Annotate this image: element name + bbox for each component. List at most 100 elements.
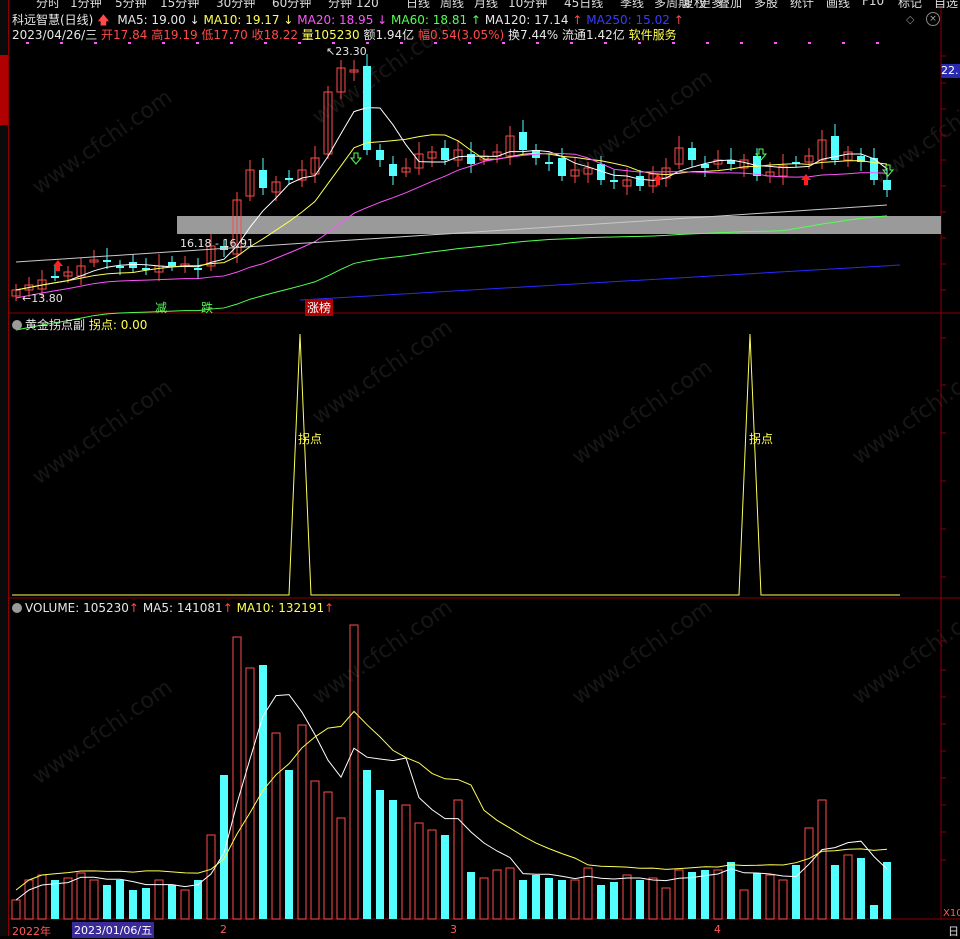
volume-bar xyxy=(545,878,553,919)
candle-body xyxy=(688,148,696,160)
volume-bar xyxy=(753,873,761,919)
month-4: 4 xyxy=(714,923,721,936)
volume-bar xyxy=(610,882,618,919)
candle-body xyxy=(259,170,267,188)
volume-bar xyxy=(857,858,865,919)
indicator-value: 拐点: 0.00 xyxy=(88,318,148,332)
signal-dot xyxy=(774,42,777,44)
candle-body xyxy=(636,176,644,186)
volume-bar xyxy=(831,865,839,919)
volume-bar xyxy=(11,899,21,920)
volume-bar xyxy=(259,665,267,919)
signal-dot xyxy=(162,42,165,44)
candle-body xyxy=(389,164,397,176)
volume-bar xyxy=(76,872,86,920)
signal-dot xyxy=(570,42,573,44)
volume-bar xyxy=(376,790,384,919)
month-3: 3 xyxy=(450,923,457,936)
low-marker: ←13.80 xyxy=(22,292,63,305)
signal-dot xyxy=(434,42,437,44)
volume-bar xyxy=(441,835,449,919)
signal-dot xyxy=(740,42,743,44)
volume-bar xyxy=(336,817,346,920)
signal-dot xyxy=(230,42,233,44)
chart-canvas xyxy=(8,8,960,920)
signal-dot xyxy=(196,42,199,44)
volume-bar xyxy=(37,874,47,920)
panel-menu-icon[interactable] xyxy=(12,603,22,613)
candle-body xyxy=(519,132,527,150)
volume-bar xyxy=(220,775,228,919)
signal-fall: 跌 xyxy=(201,301,214,315)
peak-label-2: 拐点 xyxy=(749,432,774,446)
volume-header: VOLUME: 105230↑ MA5: 141081↑ MA10: 13219… xyxy=(12,601,334,615)
panel-menu-icon[interactable] xyxy=(12,320,22,330)
candle-body xyxy=(558,158,566,176)
volume-bar xyxy=(63,877,73,920)
volume-bar xyxy=(180,889,190,920)
volume-bar xyxy=(414,822,424,920)
volume-bar xyxy=(297,724,307,920)
volume-bar xyxy=(519,880,527,919)
period-label: 日 xyxy=(948,925,959,938)
candle-body xyxy=(883,180,891,190)
signal-limit-up: 涨榜 xyxy=(305,299,334,316)
signal-dot xyxy=(842,42,845,44)
signal-dot xyxy=(298,42,301,44)
indicator-header: 黄金拐点副 拐点: 0.00 xyxy=(12,316,147,333)
volume-bar xyxy=(285,770,293,919)
volume-bar xyxy=(389,800,397,919)
volume-bar xyxy=(597,885,605,919)
volume-bar xyxy=(232,636,242,920)
candle-body xyxy=(194,268,202,270)
volume-bar xyxy=(492,869,502,920)
volume-bar xyxy=(154,879,164,920)
volume-ma5-line xyxy=(15,694,888,901)
volume-bar xyxy=(804,827,814,920)
volume-bar xyxy=(401,804,411,920)
volume-bar xyxy=(636,880,644,919)
volume-bar xyxy=(739,889,749,920)
volume-bar xyxy=(194,880,202,919)
volume-bar xyxy=(310,780,320,920)
red-arrow-icon xyxy=(801,174,811,185)
volume-bar xyxy=(363,770,371,919)
volume-unit: X10 xyxy=(943,908,960,919)
volume-ma10: MA10: 132191 xyxy=(236,601,325,615)
candle-body xyxy=(441,148,449,160)
volume-bar xyxy=(688,872,696,919)
ma250-line xyxy=(299,264,901,301)
candle-body xyxy=(545,162,553,164)
signal-dot xyxy=(604,42,607,44)
candle-body xyxy=(103,260,111,262)
signal-dot xyxy=(366,42,369,44)
volume-bar xyxy=(870,905,878,919)
volume-ma10-line xyxy=(15,710,888,891)
candle-body xyxy=(610,180,618,182)
price-band xyxy=(177,216,941,234)
volume-bar xyxy=(349,624,359,920)
signal-dot xyxy=(264,42,267,44)
high-value: 23.30 xyxy=(335,45,367,58)
volume-bar xyxy=(427,829,437,920)
green-arrow-icon xyxy=(349,152,363,165)
indicator-title: 黄金拐点副 xyxy=(25,318,86,332)
volume-bar xyxy=(778,879,788,920)
candle-body xyxy=(51,276,59,278)
volume-bar xyxy=(792,865,800,919)
signal-dot xyxy=(706,42,709,44)
signal-dot xyxy=(638,42,641,44)
signal-dot xyxy=(672,42,675,44)
up-arrow-icon: ↑ xyxy=(128,601,139,615)
band-label: 16.18 - 16.91 xyxy=(180,237,254,250)
volume-bar xyxy=(843,854,853,920)
volume-bar xyxy=(622,874,632,920)
signal-reduce: 减 xyxy=(155,301,168,315)
indicator-line xyxy=(12,333,900,596)
volume-bar xyxy=(713,869,723,920)
volume-bar xyxy=(453,799,463,920)
volume-bar xyxy=(323,791,333,920)
peak-label-1: 拐点 xyxy=(298,432,323,446)
volume-bar xyxy=(206,834,216,920)
signal-dot xyxy=(876,42,879,44)
